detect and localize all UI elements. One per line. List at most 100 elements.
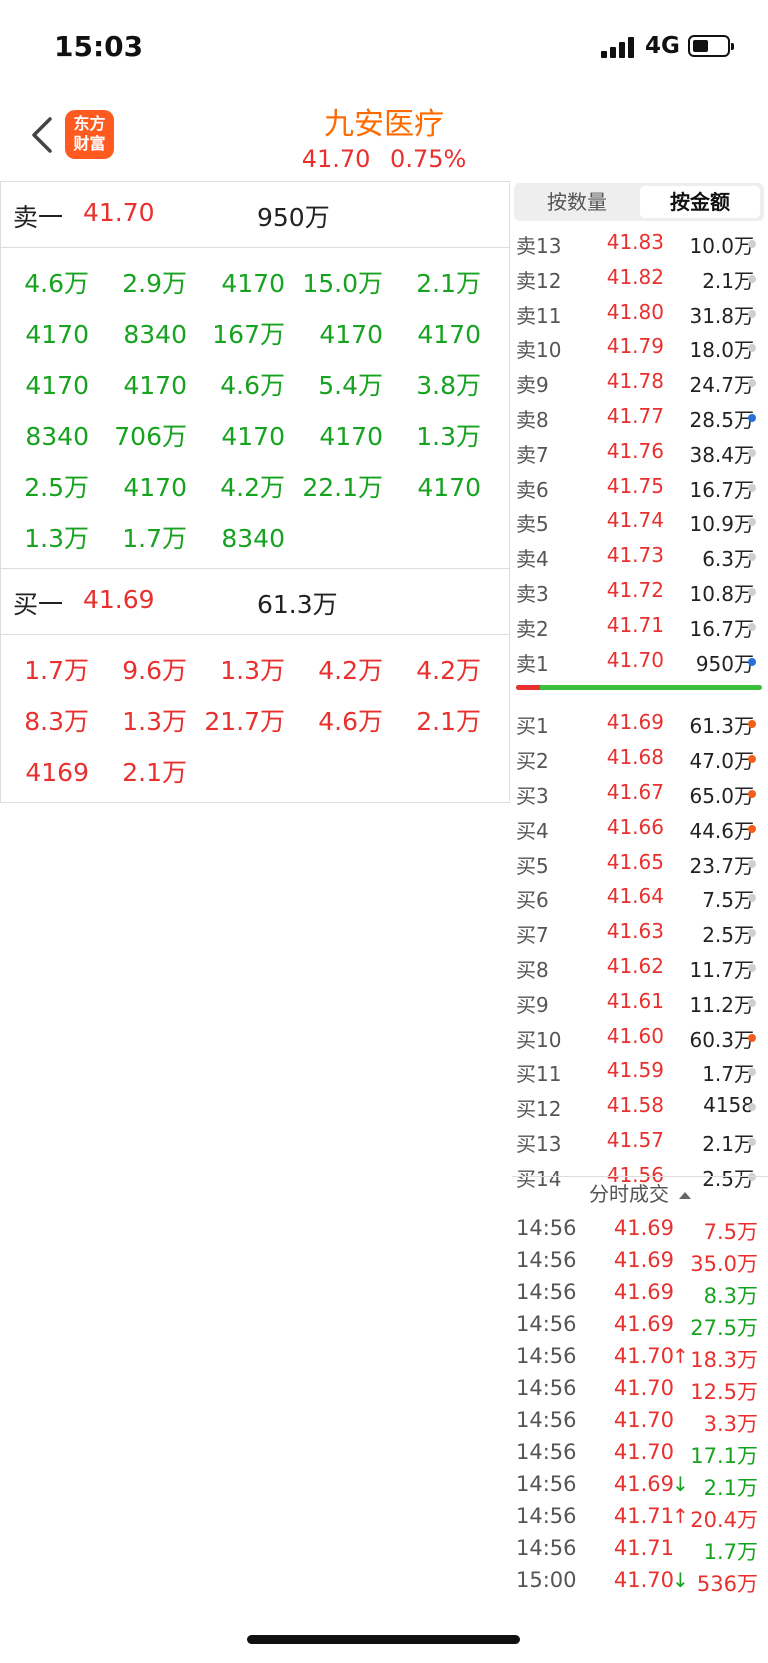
ask-level-label: 卖12 [516,268,562,293]
bid-level-marker-dot [748,1068,756,1077]
bid-level-amount: 11.2万 [689,992,754,1017]
bid-level[interactable]: 买3 41.67 65.0万 [512,773,768,808]
ask-level-amount: 10.9万 [689,512,754,537]
ask-level-marker-dot [748,448,756,457]
bid-level-marker-dot [748,720,756,729]
ask-level[interactable]: 卖6 41.75 16.7万 [512,467,768,502]
ask-level-amount: 28.5万 [689,407,754,432]
ask-level-marker-dot [748,309,756,318]
bid-level[interactable]: 买5 41.65 23.7万 [512,843,768,878]
bid-level[interactable]: 买9 41.61 11.2万 [512,982,768,1017]
tick-amount: 20.4万 [690,1508,758,1532]
ask-level-label: 卖2 [516,616,549,641]
ask-level-marker-dot [748,483,756,492]
bid-level[interactable]: 买6 41.64 7.5万 [512,877,768,912]
tick-price: 41.69 [613,1312,674,1336]
bid-level[interactable]: 买8 41.62 11.7万 [512,947,768,982]
ask-level[interactable]: 卖1 41.70 950万 [512,641,768,676]
bid-level-label: 买9 [516,992,549,1017]
bid-level-amount: 7.5万 [702,888,754,913]
tick-time: 14:56 [516,1440,577,1464]
bid-level[interactable]: 买1 41.69 61.3万 [512,703,768,738]
bid-level-marker-dot [748,789,756,798]
ask-level-marker-dot [748,657,756,666]
bid-level[interactable]: 买12 41.58 4158 [512,1086,768,1121]
bid-level-marker-dot [748,963,756,972]
sell-order-cell: 2.1万 [416,269,481,298]
ask-level[interactable]: 卖9 41.78 24.7万 [512,362,768,397]
sell-order-cell: 706万 [114,422,187,451]
ticks-header[interactable]: 分时成交 [512,1176,768,1212]
bid-level-marker-dot [748,1033,756,1042]
ask-level-label: 卖8 [516,407,549,432]
bid-levels: 买1 41.69 61.3万 买2 41.68 47.0万 买3 41.67 65.0万 买4 41… [512,703,768,1191]
tick-row: 14:56 41.70 ↑ 18.3万 [512,1340,768,1372]
tab-by-amount[interactable]: 按金额 [640,186,760,218]
tick-amount: 17.1万 [690,1444,758,1468]
home-indicator[interactable] [247,1635,520,1644]
ask-level[interactable]: 卖3 41.72 10.8万 [512,571,768,606]
ask-level[interactable]: 卖5 41.74 10.9万 [512,501,768,536]
bid-level-marker-dot [748,824,756,833]
tick-amount: 536万 [696,1572,758,1596]
ask-level[interactable]: 卖2 41.71 16.7万 [512,606,768,641]
bid-level-label: 买7 [516,923,549,948]
status-time: 15:03 [54,30,144,63]
ask-level[interactable]: 卖13 41.83 10.0万 [512,223,768,258]
bid-level[interactable]: 买13 41.57 2.1万 [512,1121,768,1156]
ask-level-amount: 10.8万 [689,581,754,606]
stock-change: 0.75% [390,145,467,173]
buy-order-cell: 4.2万 [318,656,383,685]
bid-level-marker-dot [748,998,756,1007]
bid-level[interactable]: 买10 41.60 60.3万 [512,1017,768,1052]
ask-level[interactable]: 卖12 41.82 2.1万 [512,258,768,293]
bid-level-label: 买12 [516,1097,562,1122]
bid-level-amount: 2.5万 [702,923,754,948]
buy-order-cell: 4.2万 [416,656,481,685]
ask-level-marker-dot [748,587,756,596]
tab-by-quantity[interactable]: 按数量 [517,186,637,218]
ask-level[interactable]: 卖8 41.77 28.5万 [512,397,768,432]
bid-level[interactable]: 买11 41.59 1.7万 [512,1051,768,1086]
bid-ask-ratio-bar [512,675,768,701]
tick-time: 14:56 [516,1376,577,1400]
buy-order-cell: 9.6万 [122,656,187,685]
bid-level-label: 买3 [516,783,549,808]
bid-level-marker-dot [748,1137,756,1146]
stock-header: 东方 财富 九安医疗 41.70 0.75% [0,95,768,181]
sell-one-price: 41.70 [83,198,155,227]
sell-order-cell: 4.6万 [220,371,285,400]
bid-level-marker-dot [748,929,756,938]
sell-order-cell: 4170 [417,320,481,349]
status-bar: 15:03 4G [0,0,768,95]
bid-level-label: 买11 [516,1062,562,1087]
tick-amount: 18.3万 [690,1348,758,1372]
signal-icon [601,36,637,58]
tick-price: 41.71 [613,1504,674,1528]
sell-order-cell: 4170 [25,320,89,349]
buy-one-label: 买一 [13,590,64,619]
bid-level-amount: 60.3万 [689,1027,754,1052]
tick-price: 41.70 [613,1440,674,1464]
bid-level[interactable]: 买2 41.68 47.0万 [512,738,768,773]
ask-level-amount: 38.4万 [689,442,754,467]
tick-amount: 35.0万 [690,1252,758,1276]
bid-level[interactable]: 买4 41.66 44.6万 [512,808,768,843]
ask-level-label: 卖3 [516,581,549,606]
ask-level[interactable]: 卖7 41.76 38.4万 [512,432,768,467]
bid-level-marker-dot [748,859,756,868]
ask-level[interactable]: 卖10 41.79 18.0万 [512,327,768,362]
sell-order-cell: 22.1万 [302,473,383,502]
sell-order-cell: 8340 [25,422,89,451]
ask-level[interactable]: 卖11 41.80 31.8万 [512,293,768,328]
sell-order-cell: 4.2万 [220,473,285,502]
bid-level-label: 买10 [516,1027,562,1052]
tick-row: 14:56 41.70 3.3万 [512,1404,768,1436]
tick-row: 14:56 41.70 17.1万 [512,1436,768,1468]
bid-level-label: 买1 [516,714,549,739]
bid-level[interactable]: 买7 41.63 2.5万 [512,912,768,947]
sell-order-cell: 1.3万 [24,524,89,553]
bid-level-amount: 47.0万 [689,749,754,774]
tick-amount: 27.5万 [690,1316,758,1340]
ask-level[interactable]: 卖4 41.73 6.3万 [512,536,768,571]
